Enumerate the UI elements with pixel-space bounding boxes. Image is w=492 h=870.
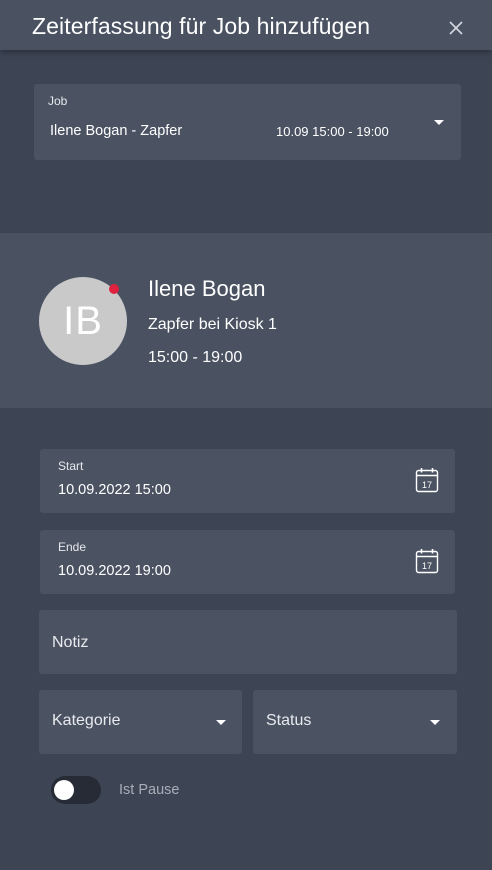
dialog-header: Zeiterfassung für Job hinzufügen <box>0 0 492 50</box>
start-field-label: Start <box>58 459 84 473</box>
chevron-down-icon <box>434 120 444 125</box>
toggle-knob <box>54 780 74 800</box>
pause-toggle[interactable] <box>51 776 101 804</box>
calendar-icon[interactable]: 17 <box>415 548 439 574</box>
category-select[interactable]: Kategorie <box>39 690 242 754</box>
pause-toggle-label: Ist Pause <box>119 782 180 798</box>
calendar-day: 17 <box>422 561 432 571</box>
job-select-time: 10.09 15:00 - 19:00 <box>276 124 389 139</box>
end-field-value: 10.09.2022 19:00 <box>58 563 171 579</box>
person-hours: 15:00 - 19:00 <box>148 349 243 366</box>
end-field-label: Ende <box>58 540 87 554</box>
status-select[interactable]: Status <box>253 690 457 754</box>
dialog-title: Zeiterfassung für Job hinzufügen <box>32 13 371 39</box>
person-name: Ilene Bogan <box>148 276 266 301</box>
calendar-icon-graphic: 17 <box>415 468 439 493</box>
calendar-icon[interactable]: 17 <box>415 467 439 493</box>
person-role: Zapfer bei Kiosk 1 <box>148 316 277 333</box>
end-datetime-field[interactable]: Ende 10.09.2022 19:00 17 <box>40 530 455 594</box>
job-select[interactable]: Job Ilene Bogan - Zapfer 10.09 15:00 - 1… <box>34 84 461 160</box>
job-select-value: Ilene Bogan - Zapfer <box>50 123 183 139</box>
close-button[interactable] <box>444 16 468 40</box>
category-placeholder: Kategorie <box>52 712 121 729</box>
calendar-icon-graphic: 17 <box>415 549 439 574</box>
chevron-down-icon <box>216 720 226 725</box>
status-dot-icon <box>109 284 119 294</box>
close-icon <box>449 21 463 35</box>
status-placeholder: Status <box>266 712 312 729</box>
note-field[interactable]: Notiz <box>39 610 457 674</box>
start-field-value: 10.09.2022 15:00 <box>58 482 171 498</box>
job-select-label: Job <box>48 94 68 108</box>
chevron-down-icon <box>430 720 440 725</box>
start-datetime-field[interactable]: Start 10.09.2022 15:00 17 <box>40 449 455 513</box>
avatar-initials: IB <box>63 298 103 343</box>
note-placeholder: Notiz <box>52 634 89 651</box>
calendar-day: 17 <box>422 480 432 490</box>
